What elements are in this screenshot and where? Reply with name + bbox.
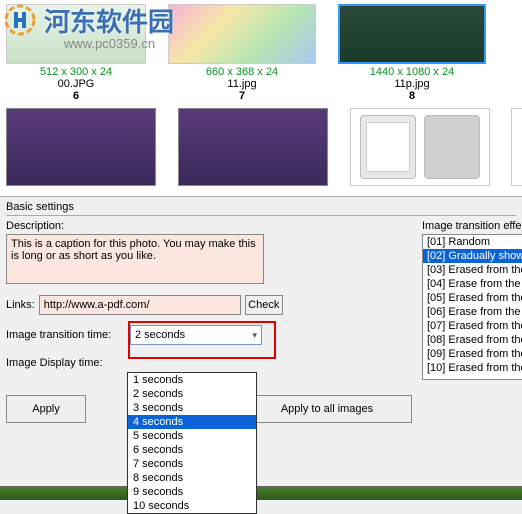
- thumbnail-item[interactable]: [350, 108, 490, 186]
- apply-button[interactable]: Apply: [6, 395, 86, 423]
- effect-option[interactable]: [03] Erased from the upper left corner: [423, 263, 522, 277]
- combo-value: 2 seconds: [135, 329, 185, 341]
- thumbnail-item[interactable]: [6, 108, 156, 186]
- links-input[interactable]: [39, 295, 241, 315]
- effect-label: Image transition effect:: [422, 220, 522, 232]
- effect-option[interactable]: [10] Erased from the lower right corner …: [423, 361, 522, 375]
- dropdown-option[interactable]: 6 seconds: [128, 443, 256, 457]
- thumb-dimensions: 660 x 368 x 24: [206, 66, 278, 78]
- effect-option[interactable]: [07] Erased from the upper right corner: [423, 319, 522, 333]
- dropdown-option[interactable]: 10 seconds: [128, 499, 256, 513]
- thumb-filename: 11p.jpg: [394, 78, 429, 90]
- effect-option[interactable]: [01] Random: [423, 235, 522, 249]
- chevron-down-icon: ▾: [252, 330, 257, 341]
- bottom-bar: [0, 486, 522, 500]
- thumb-dimensions: 512 x 300 x 24: [40, 66, 112, 78]
- transition-time-label: Image transition time:: [6, 329, 126, 341]
- dropdown-option[interactable]: 2 seconds: [128, 387, 256, 401]
- thumb-filename: 00.JPG: [58, 78, 95, 90]
- dropdown-option[interactable]: 3 seconds: [128, 401, 256, 415]
- thumb-index: 7: [239, 90, 245, 102]
- effect-listbox[interactable]: [01] Random[02] Gradually show[03] Erase…: [422, 234, 522, 380]
- description-input[interactable]: [6, 234, 264, 284]
- effect-option[interactable]: [02] Gradually show: [423, 249, 522, 263]
- thumb-index: 8: [409, 90, 415, 102]
- thumbnail-grid: 512 x 300 x 24 00.JPG 6 660 x 368 x 24 1…: [0, 0, 522, 197]
- effect-option[interactable]: [09] Erased from the lower right corner: [423, 347, 522, 361]
- dropdown-option[interactable]: 5 seconds: [128, 429, 256, 443]
- effect-option[interactable]: [08] Erased from the upper right corner …: [423, 333, 522, 347]
- dropdown-option[interactable]: 7 seconds: [128, 457, 256, 471]
- thumb-index: 6: [73, 90, 79, 102]
- thumbnail-item[interactable]: 1440 x 1080 x 24 11p.jpg 8: [338, 4, 486, 102]
- links-label: Links:: [6, 299, 35, 311]
- dropdown-option[interactable]: 8 seconds: [128, 471, 256, 485]
- check-button[interactable]: Check: [245, 295, 283, 315]
- dropdown-option[interactable]: 4 seconds: [128, 415, 256, 429]
- thumb-filename: 11.jpg: [227, 78, 256, 90]
- transition-time-dropdown[interactable]: 1 seconds2 seconds3 seconds4 seconds5 se…: [127, 372, 257, 514]
- dropdown-option[interactable]: 1 seconds: [128, 373, 256, 387]
- watermark-url: www.pc0359.cn: [64, 36, 155, 51]
- description-label: Description:: [6, 220, 412, 232]
- thumbnail-item[interactable]: 660 x 368 x 24 11.jpg 7: [168, 4, 316, 102]
- effect-option[interactable]: [05] Erased from the lower left corner: [423, 291, 522, 305]
- apply-all-button[interactable]: Apply to all images: [242, 395, 412, 423]
- thumbnail-item[interactable]: [178, 108, 328, 186]
- dropdown-option[interactable]: 9 seconds: [128, 485, 256, 499]
- transition-time-combo[interactable]: 2 seconds ▾: [130, 325, 262, 345]
- display-time-label: Image Display time:: [6, 357, 126, 369]
- effect-option[interactable]: [04] Erase from the top left corner and …: [423, 277, 522, 291]
- thumb-dimensions: 1440 x 1080 x 24: [370, 66, 454, 78]
- section-title: Basic settings: [6, 201, 516, 216]
- thumbnail-item[interactable]: 512 x 300 x 24 00.JPG 6: [6, 4, 146, 102]
- thumbnail-item[interactable]: [512, 108, 522, 186]
- effect-option[interactable]: [06] Erase from the lower left corner an…: [423, 305, 522, 319]
